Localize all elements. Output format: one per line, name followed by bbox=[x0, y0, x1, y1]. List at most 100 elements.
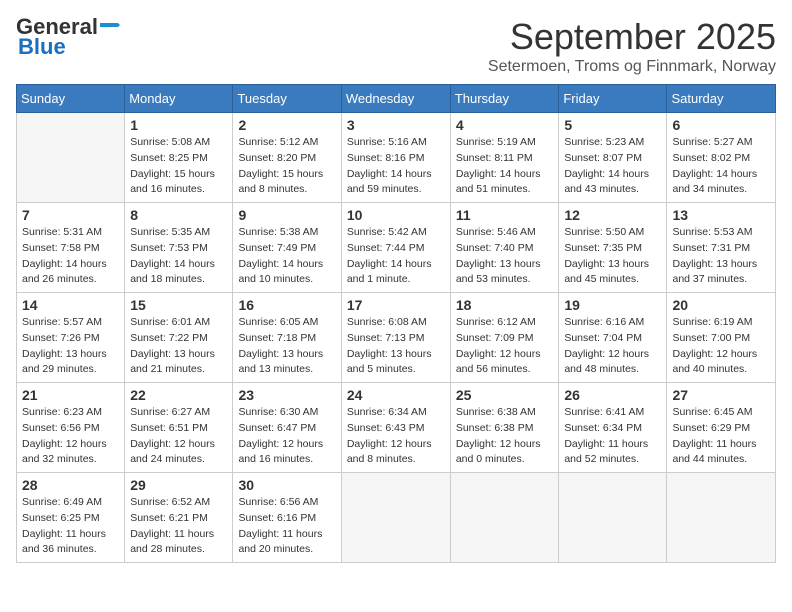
day-number: 13 bbox=[672, 207, 770, 223]
day-info: Sunrise: 6:16 AM Sunset: 7:04 PM Dayligh… bbox=[564, 315, 661, 378]
day-info: Sunrise: 5:53 AM Sunset: 7:31 PM Dayligh… bbox=[672, 225, 770, 288]
day-number: 25 bbox=[456, 387, 554, 403]
location-title: Setermoen, Troms og Finnmark, Norway bbox=[488, 58, 776, 76]
calendar-cell: 4 Sunrise: 5:19 AM Sunset: 8:11 PM Daylig… bbox=[450, 113, 559, 203]
calendar-cell: 10Sunrise: 5:42 AM Sunset: 7:44 PM Dayli… bbox=[341, 203, 450, 293]
day-number: 26 bbox=[564, 387, 661, 403]
week-row-1: 1 Sunrise: 5:08 AM Sunset: 8:25 PM Daylig… bbox=[17, 113, 776, 203]
weekday-header-friday: Friday bbox=[559, 85, 667, 113]
day-info: Sunrise: 6:19 AM Sunset: 7:00 PM Dayligh… bbox=[672, 315, 770, 378]
day-info: Sunrise: 6:05 AM Sunset: 7:18 PM Dayligh… bbox=[238, 315, 335, 378]
calendar-cell: 29 Sunrise: 6:52 AM Sunset: 6:21 PM Dayli… bbox=[125, 473, 233, 563]
day-number: 12 bbox=[564, 207, 661, 223]
calendar-cell: 26Sunrise: 6:41 AM Sunset: 6:34 PM Dayli… bbox=[559, 383, 667, 473]
calendar-cell: 23 Sunrise: 6:30 AM Sunset: 6:47 PM Dayli… bbox=[233, 383, 341, 473]
week-row-2: 7 Sunrise: 5:31 AM Sunset: 7:58 PM Daylig… bbox=[17, 203, 776, 293]
header-area: General Blue September 2025 Setermoen, T… bbox=[16, 16, 776, 76]
calendar-cell: 5Sunrise: 5:23 AM Sunset: 8:07 PM Daylig… bbox=[559, 113, 667, 203]
calendar-cell: 18Sunrise: 6:12 AM Sunset: 7:09 PM Dayli… bbox=[450, 293, 559, 383]
day-number: 22 bbox=[130, 387, 227, 403]
day-info: Sunrise: 5:08 AM Sunset: 8:25 PM Dayligh… bbox=[130, 135, 227, 198]
calendar-cell: 24 Sunrise: 6:34 AM Sunset: 6:43 PM Dayli… bbox=[341, 383, 450, 473]
day-info: Sunrise: 6:08 AM Sunset: 7:13 PM Dayligh… bbox=[347, 315, 445, 378]
day-info: Sunrise: 6:23 AM Sunset: 6:56 PM Dayligh… bbox=[22, 405, 119, 468]
calendar-cell bbox=[667, 473, 776, 563]
day-info: Sunrise: 5:19 AM Sunset: 8:11 PM Dayligh… bbox=[456, 135, 554, 198]
day-number: 14 bbox=[22, 297, 119, 313]
calendar-cell: 16 Sunrise: 6:05 AM Sunset: 7:18 PM Dayli… bbox=[233, 293, 341, 383]
day-info: Sunrise: 5:12 AM Sunset: 8:20 PM Dayligh… bbox=[238, 135, 335, 198]
calendar-cell: 2 Sunrise: 5:12 AM Sunset: 8:20 PM Daylig… bbox=[233, 113, 341, 203]
day-number: 28 bbox=[22, 477, 119, 493]
day-number: 3 bbox=[347, 117, 445, 133]
day-number: 7 bbox=[22, 207, 119, 223]
logo: General Blue bbox=[16, 16, 128, 60]
day-info: Sunrise: 5:16 AM Sunset: 8:16 PM Dayligh… bbox=[347, 135, 445, 198]
calendar-cell: 20 Sunrise: 6:19 AM Sunset: 7:00 PM Dayli… bbox=[667, 293, 776, 383]
day-info: Sunrise: 5:50 AM Sunset: 7:35 PM Dayligh… bbox=[564, 225, 661, 288]
day-number: 1 bbox=[130, 117, 227, 133]
day-number: 16 bbox=[238, 297, 335, 313]
weekday-header-wednesday: Wednesday bbox=[341, 85, 450, 113]
day-number: 6 bbox=[672, 117, 770, 133]
day-info: Sunrise: 6:30 AM Sunset: 6:47 PM Dayligh… bbox=[238, 405, 335, 468]
calendar-cell: 14 Sunrise: 5:57 AM Sunset: 7:26 PM Dayli… bbox=[17, 293, 125, 383]
calendar-cell: 3 Sunrise: 5:16 AM Sunset: 8:16 PM Daylig… bbox=[341, 113, 450, 203]
day-number: 9 bbox=[238, 207, 335, 223]
day-number: 21 bbox=[22, 387, 119, 403]
day-number: 18 bbox=[456, 297, 554, 313]
calendar-cell: 9 Sunrise: 5:38 AM Sunset: 7:49 PM Daylig… bbox=[233, 203, 341, 293]
title-area: September 2025 Setermoen, Troms og Finnm… bbox=[488, 16, 776, 76]
day-info: Sunrise: 6:52 AM Sunset: 6:21 PM Dayligh… bbox=[130, 495, 227, 558]
week-row-3: 14 Sunrise: 5:57 AM Sunset: 7:26 PM Dayli… bbox=[17, 293, 776, 383]
day-info: Sunrise: 5:46 AM Sunset: 7:40 PM Dayligh… bbox=[456, 225, 554, 288]
day-info: Sunrise: 6:49 AM Sunset: 6:25 PM Dayligh… bbox=[22, 495, 119, 558]
day-number: 4 bbox=[456, 117, 554, 133]
calendar-cell: 19 Sunrise: 6:16 AM Sunset: 7:04 PM Dayli… bbox=[559, 293, 667, 383]
calendar-cell: 28 Sunrise: 6:49 AM Sunset: 6:25 PM Dayli… bbox=[17, 473, 125, 563]
day-number: 8 bbox=[130, 207, 227, 223]
week-row-4: 21 Sunrise: 6:23 AM Sunset: 6:56 PM Dayli… bbox=[17, 383, 776, 473]
calendar-cell bbox=[17, 113, 125, 203]
weekday-header-monday: Monday bbox=[125, 85, 233, 113]
calendar-cell: 15 Sunrise: 6:01 AM Sunset: 7:22 PM Dayli… bbox=[125, 293, 233, 383]
day-info: Sunrise: 6:45 AM Sunset: 6:29 PM Dayligh… bbox=[672, 405, 770, 468]
day-number: 15 bbox=[130, 297, 227, 313]
weekday-header-tuesday: Tuesday bbox=[233, 85, 341, 113]
day-info: Sunrise: 5:31 AM Sunset: 7:58 PM Dayligh… bbox=[22, 225, 119, 288]
day-info: Sunrise: 6:01 AM Sunset: 7:22 PM Dayligh… bbox=[130, 315, 227, 378]
day-number: 19 bbox=[564, 297, 661, 313]
calendar-cell: 11 Sunrise: 5:46 AM Sunset: 7:40 PM Dayli… bbox=[450, 203, 559, 293]
logo-arrow-icon bbox=[100, 15, 128, 35]
day-number: 27 bbox=[672, 387, 770, 403]
day-number: 11 bbox=[456, 207, 554, 223]
day-number: 20 bbox=[672, 297, 770, 313]
calendar-cell: 30 Sunrise: 6:56 AM Sunset: 6:16 PM Dayli… bbox=[233, 473, 341, 563]
day-number: 30 bbox=[238, 477, 335, 493]
day-number: 29 bbox=[130, 477, 227, 493]
calendar-cell bbox=[450, 473, 559, 563]
calendar-table: SundayMondayTuesdayWednesdayThursdayFrid… bbox=[16, 84, 776, 563]
week-row-5: 28 Sunrise: 6:49 AM Sunset: 6:25 PM Dayli… bbox=[17, 473, 776, 563]
calendar-cell: 25Sunrise: 6:38 AM Sunset: 6:38 PM Dayli… bbox=[450, 383, 559, 473]
weekday-header-row: SundayMondayTuesdayWednesdayThursdayFrid… bbox=[17, 85, 776, 113]
day-info: Sunrise: 5:35 AM Sunset: 7:53 PM Dayligh… bbox=[130, 225, 227, 288]
day-number: 2 bbox=[238, 117, 335, 133]
day-number: 23 bbox=[238, 387, 335, 403]
calendar-cell: 12 Sunrise: 5:50 AM Sunset: 7:35 PM Dayli… bbox=[559, 203, 667, 293]
day-number: 24 bbox=[347, 387, 445, 403]
day-info: Sunrise: 6:56 AM Sunset: 6:16 PM Dayligh… bbox=[238, 495, 335, 558]
weekday-header-saturday: Saturday bbox=[667, 85, 776, 113]
calendar-cell bbox=[559, 473, 667, 563]
day-info: Sunrise: 5:38 AM Sunset: 7:49 PM Dayligh… bbox=[238, 225, 335, 288]
calendar-cell: 13 Sunrise: 5:53 AM Sunset: 7:31 PM Dayli… bbox=[667, 203, 776, 293]
calendar-cell: 7 Sunrise: 5:31 AM Sunset: 7:58 PM Daylig… bbox=[17, 203, 125, 293]
month-title: September 2025 bbox=[488, 16, 776, 58]
day-info: Sunrise: 5:57 AM Sunset: 7:26 PM Dayligh… bbox=[22, 315, 119, 378]
day-info: Sunrise: 6:34 AM Sunset: 6:43 PM Dayligh… bbox=[347, 405, 445, 468]
weekday-header-sunday: Sunday bbox=[17, 85, 125, 113]
calendar-cell: 1 Sunrise: 5:08 AM Sunset: 8:25 PM Daylig… bbox=[125, 113, 233, 203]
day-info: Sunrise: 5:23 AM Sunset: 8:07 PM Dayligh… bbox=[564, 135, 661, 198]
calendar-cell: 22Sunrise: 6:27 AM Sunset: 6:51 PM Dayli… bbox=[125, 383, 233, 473]
calendar-cell bbox=[341, 473, 450, 563]
